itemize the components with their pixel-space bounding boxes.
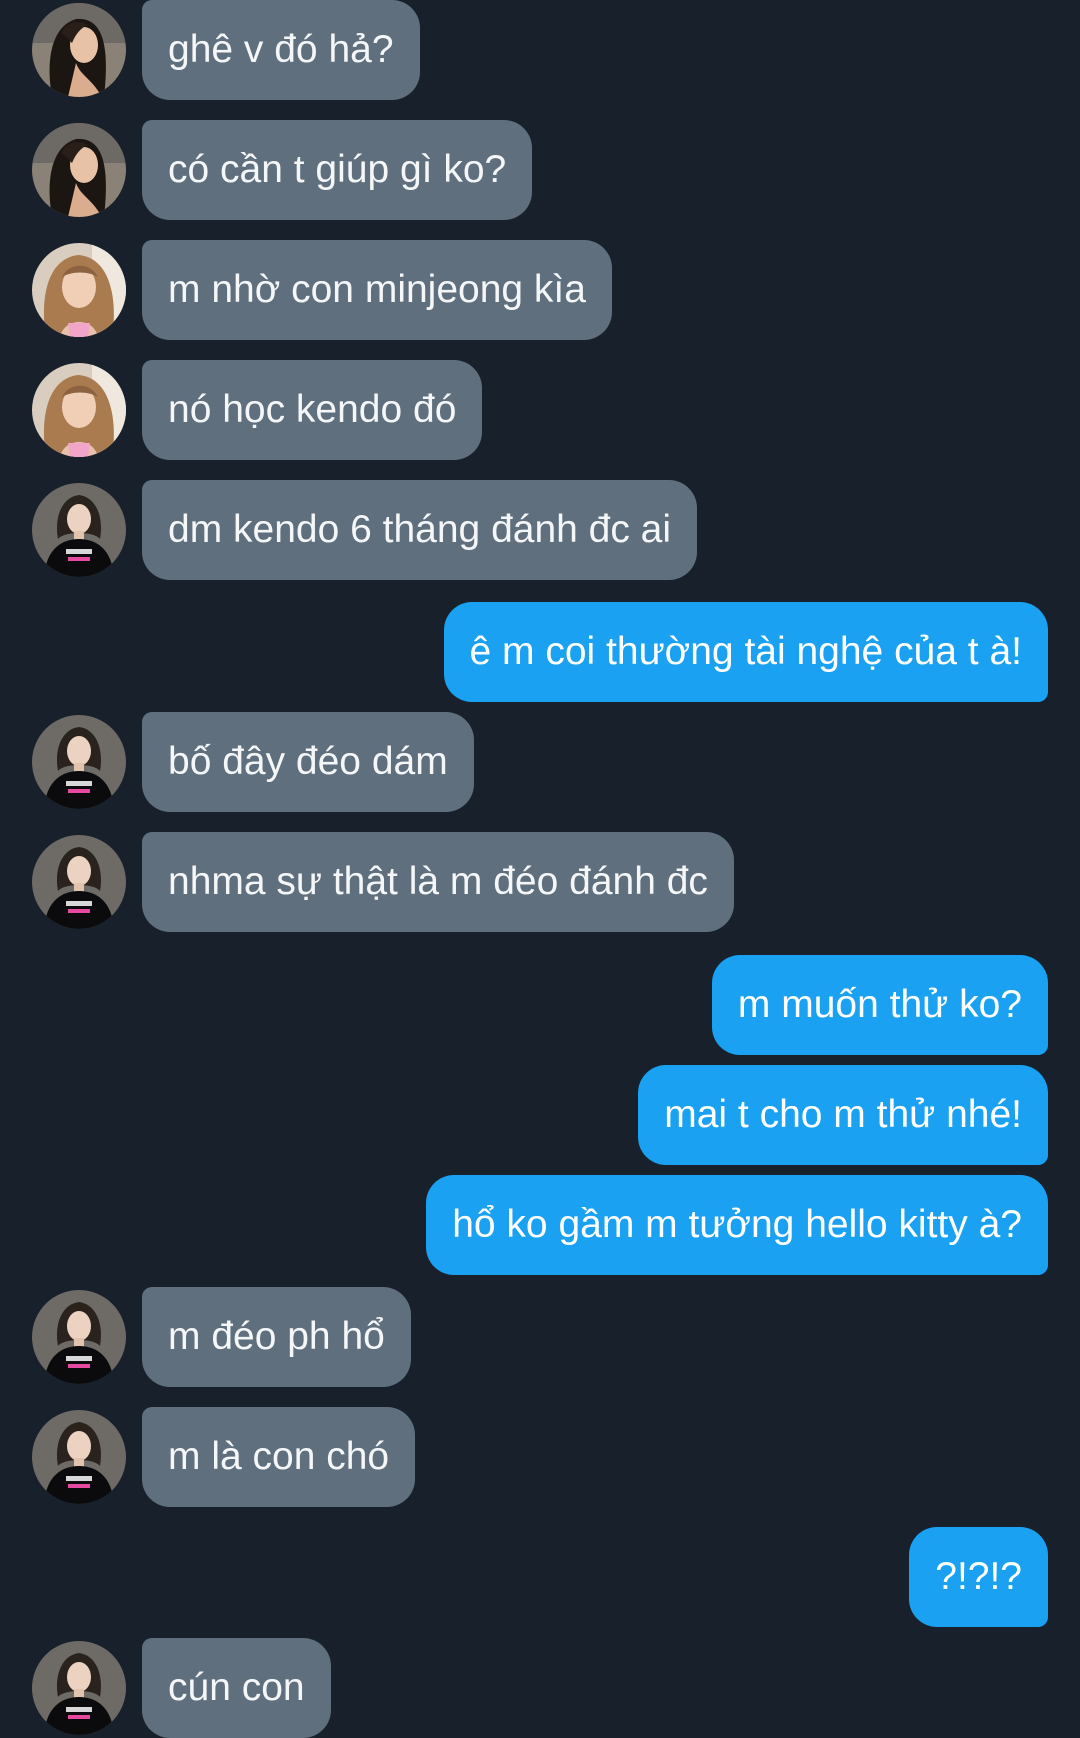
- message-outgoing: hổ ko gầm m tưởng hello kitty à?: [0, 1175, 1080, 1275]
- avatar[interactable]: [32, 715, 126, 809]
- avatar[interactable]: [32, 1410, 126, 1504]
- avatar[interactable]: [32, 835, 126, 929]
- avatar[interactable]: [32, 3, 126, 97]
- message-incoming: có cần t giúp gì ko?: [0, 120, 1080, 220]
- message-bubble[interactable]: ?!?!?: [909, 1527, 1048, 1627]
- message-bubble[interactable]: mai t cho m thử nhé!: [638, 1065, 1048, 1165]
- message-bubble[interactable]: nhma sự thật là m đéo đánh đc: [142, 832, 734, 932]
- message-incoming: m là con chó: [0, 1407, 1080, 1507]
- message-bubble[interactable]: m là con chó: [142, 1407, 416, 1507]
- message-incoming: ghê v đó hả?: [0, 0, 1080, 100]
- message-bubble[interactable]: ghê v đó hả?: [142, 0, 420, 100]
- message-bubble[interactable]: có cần t giúp gì ko?: [142, 120, 533, 220]
- message-outgoing: ê m coi thường tài nghệ của t à!: [0, 602, 1080, 702]
- message-bubble[interactable]: dm kendo 6 tháng đánh đc ai: [142, 480, 698, 580]
- avatar[interactable]: [32, 123, 126, 217]
- avatar[interactable]: [32, 483, 126, 577]
- message-bubble[interactable]: nó học kendo đó: [142, 360, 483, 460]
- message-bubble[interactable]: bố đây đéo dám: [142, 712, 474, 812]
- chat-thread[interactable]: ghê v đó hả? có cần t giúp gì ko? m nhờ co…: [0, 0, 1080, 1738]
- message-bubble[interactable]: m nhờ con minjeong kìa: [142, 240, 612, 340]
- message-bubble[interactable]: cún con: [142, 1638, 331, 1738]
- message-bubble[interactable]: hổ ko gầm m tưởng hello kitty à?: [426, 1175, 1048, 1275]
- message-outgoing: ?!?!?: [0, 1527, 1080, 1627]
- avatar[interactable]: [32, 1290, 126, 1384]
- message-bubble[interactable]: m đéo ph hổ: [142, 1287, 411, 1387]
- message-incoming: m đéo ph hổ: [0, 1287, 1080, 1387]
- message-outgoing: mai t cho m thử nhé!: [0, 1065, 1080, 1165]
- message-incoming: nó học kendo đó: [0, 360, 1080, 460]
- message-incoming: bố đây đéo dám: [0, 712, 1080, 812]
- message-incoming: m nhờ con minjeong kìa: [0, 240, 1080, 340]
- avatar[interactable]: [32, 363, 126, 457]
- message-incoming: dm kendo 6 tháng đánh đc ai: [0, 480, 1080, 580]
- avatar[interactable]: [32, 243, 126, 337]
- message-bubble[interactable]: m muốn thử ko?: [711, 955, 1048, 1055]
- message-outgoing: m muốn thử ko?: [0, 955, 1080, 1055]
- avatar[interactable]: [32, 1641, 126, 1735]
- message-bubble[interactable]: ê m coi thường tài nghệ của t à!: [443, 602, 1048, 702]
- message-incoming: cún con: [0, 1638, 1080, 1738]
- message-incoming: nhma sự thật là m đéo đánh đc: [0, 832, 1080, 932]
